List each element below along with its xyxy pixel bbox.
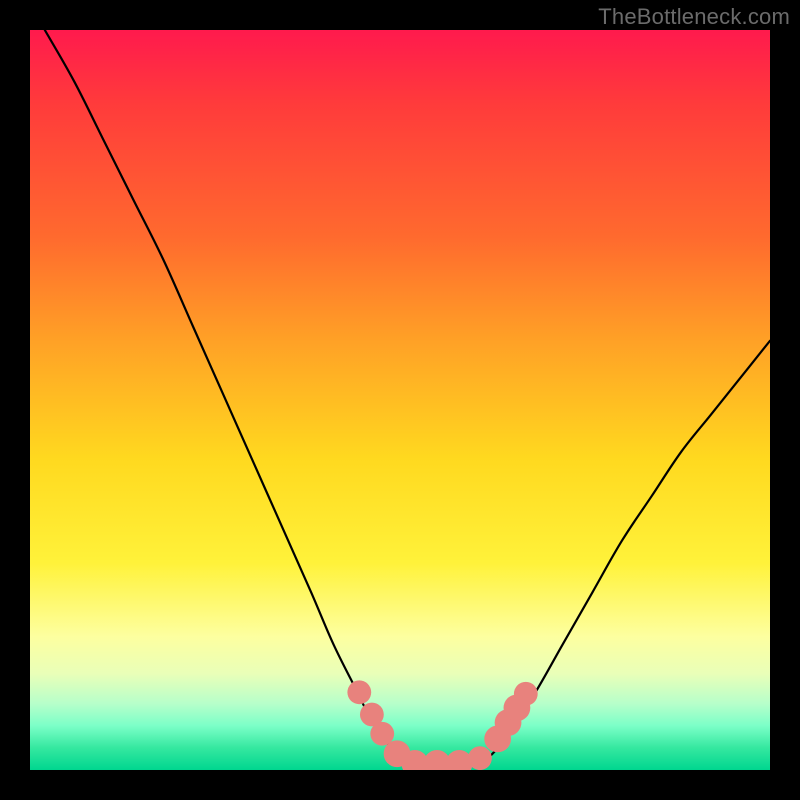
bottleneck-curve <box>45 30 770 767</box>
curve-marker <box>514 682 538 706</box>
watermark-text: TheBottleneck.com <box>598 4 790 30</box>
curve-marker <box>347 680 371 704</box>
plot-area <box>30 30 770 770</box>
curve-markers <box>347 680 537 770</box>
chart-frame: TheBottleneck.com <box>0 0 800 800</box>
curve-marker <box>468 746 492 770</box>
bottleneck-curve-chart <box>30 30 770 770</box>
